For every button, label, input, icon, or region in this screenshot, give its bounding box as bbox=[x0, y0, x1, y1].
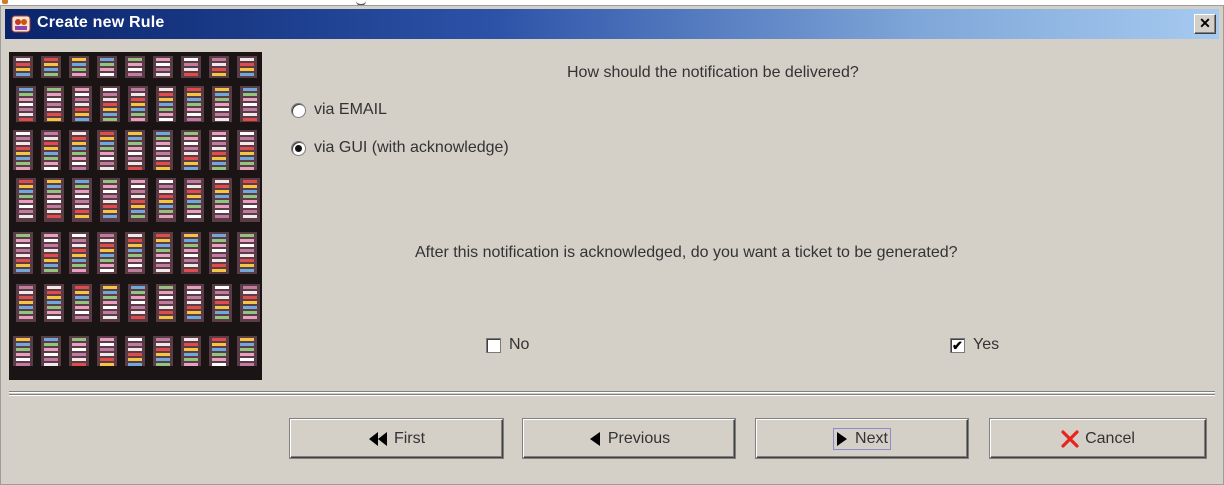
radio-label: via GUI (with acknowledge) bbox=[314, 139, 509, 156]
right-triangle-icon bbox=[835, 431, 849, 447]
delivery-question: How should the notification be delivered… bbox=[567, 64, 859, 81]
cancel-button[interactable]: Cancel bbox=[990, 419, 1206, 458]
button-label: Cancel bbox=[1085, 429, 1135, 447]
button-label: Next bbox=[855, 429, 888, 447]
dialog-window: Create new Rule ✕ How should the notific… bbox=[0, 5, 1224, 485]
title-bar[interactable]: Create new Rule ✕ bbox=[5, 9, 1219, 39]
close-button[interactable]: ✕ bbox=[1194, 14, 1216, 34]
next-button[interactable]: Next bbox=[756, 419, 968, 458]
checkbox[interactable] bbox=[486, 337, 501, 353]
radio-button[interactable] bbox=[291, 102, 306, 118]
checkbox-label: Yes bbox=[973, 336, 1000, 353]
checkbox-label: No bbox=[509, 336, 530, 353]
ticket-question: After this notification is acknowledged,… bbox=[415, 244, 958, 261]
close-icon: ✕ bbox=[1199, 15, 1211, 31]
radio-label: via EMAIL bbox=[314, 101, 387, 118]
separator bbox=[9, 391, 1215, 393]
checkmark-icon: ✔ bbox=[952, 337, 963, 353]
separator bbox=[9, 394, 1215, 396]
wizard-image bbox=[9, 52, 262, 380]
first-button[interactable]: First bbox=[290, 419, 503, 458]
focus-indicator: Next bbox=[833, 427, 891, 450]
app-icon bbox=[11, 14, 31, 34]
checkbox-yes[interactable]: ✔ Yes bbox=[950, 336, 999, 354]
red-x-icon bbox=[1061, 429, 1079, 448]
double-left-arrow-icon bbox=[368, 431, 388, 447]
left-triangle-icon bbox=[588, 431, 602, 447]
radio-via-gui[interactable]: via GUI (with acknowledge) bbox=[291, 139, 509, 157]
checkbox-no[interactable]: No bbox=[486, 336, 529, 354]
checkbox[interactable]: ✔ bbox=[950, 337, 965, 353]
previous-button[interactable]: Previous bbox=[523, 419, 735, 458]
radio-via-email[interactable]: via EMAIL bbox=[291, 101, 387, 119]
window-title: Create new Rule bbox=[37, 14, 165, 31]
radio-button[interactable] bbox=[291, 140, 306, 156]
cutoff-fragment bbox=[2, 0, 8, 4]
button-label: Previous bbox=[607, 429, 671, 447]
button-label: First bbox=[393, 429, 426, 447]
